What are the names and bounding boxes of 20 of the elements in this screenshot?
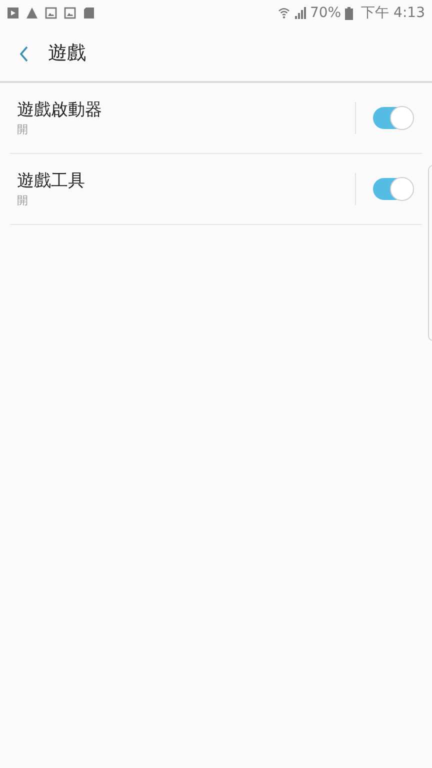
page-title: 遊戲: [48, 41, 86, 66]
battery-percentage: 70%: [310, 6, 342, 20]
toggle-switch[interactable]: [373, 107, 413, 129]
wifi-icon: [278, 7, 290, 19]
setting-status: 開: [17, 193, 29, 209]
setting-title: 遊戲啟動器: [17, 99, 103, 122]
image-icon: [45, 7, 57, 19]
clock: 下午 4:13: [361, 6, 425, 20]
battery-icon: [345, 6, 354, 20]
image-icon: [64, 7, 76, 19]
sd-card-icon: [83, 7, 95, 19]
video-icon: [7, 7, 19, 19]
signal-icon: [294, 7, 306, 19]
back-icon: [19, 46, 29, 62]
setting-status: 開: [17, 122, 29, 138]
setting-row[interactable]: 遊戲工具 開: [10, 154, 422, 225]
setting-title: 遊戲工具: [17, 170, 86, 193]
warning-icon: [26, 7, 38, 19]
toggle-switch[interactable]: [373, 178, 413, 200]
setting-row[interactable]: 遊戲啟動器 開: [10, 83, 422, 154]
